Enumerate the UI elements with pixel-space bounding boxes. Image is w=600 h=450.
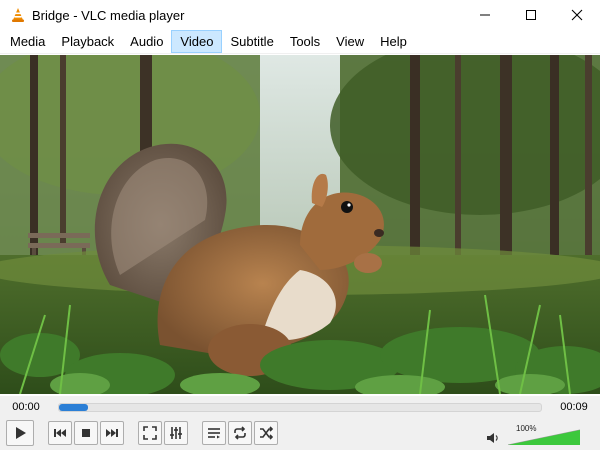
loop-icon (234, 426, 246, 440)
window-controls (462, 0, 600, 30)
next-icon (106, 429, 118, 437)
loop-button[interactable] (228, 421, 252, 445)
play-button[interactable] (6, 420, 34, 446)
speaker-icon[interactable] (486, 432, 500, 444)
volume-slider[interactable] (508, 427, 580, 445)
close-icon (571, 9, 583, 21)
menu-view[interactable]: View (328, 30, 372, 53)
menu-audio[interactable]: Audio (122, 30, 171, 53)
elapsed-time: 00:00 (12, 401, 40, 413)
seek-progress-fill (59, 403, 88, 411)
playlist-icon (208, 428, 220, 439)
seek-slider[interactable] (58, 402, 542, 412)
video-frame-image (0, 55, 600, 394)
menu-help[interactable]: Help (372, 30, 415, 53)
menu-subtitle[interactable]: Subtitle (222, 30, 281, 53)
previous-button[interactable] (48, 421, 72, 445)
control-bar: 100% (0, 418, 600, 450)
equalizer-icon (170, 427, 182, 439)
fullscreen-button[interactable] (138, 421, 162, 445)
extended-settings-button[interactable] (164, 421, 188, 445)
maximize-button[interactable] (508, 0, 554, 30)
next-button[interactable] (100, 421, 124, 445)
stop-icon (82, 429, 90, 437)
menu-media[interactable]: Media (2, 30, 53, 53)
fullscreen-icon (143, 426, 157, 440)
shuffle-icon (260, 426, 273, 440)
shuffle-button[interactable] (254, 421, 278, 445)
vlc-cone-icon (12, 8, 24, 22)
menu-video[interactable]: Video (171, 30, 223, 53)
window-title: Bridge - VLC media player (32, 7, 185, 23)
close-button[interactable] (554, 0, 600, 30)
seek-row: 00:00 00:09 (0, 396, 600, 418)
stop-button[interactable] (74, 421, 98, 445)
video-surface[interactable] (0, 55, 600, 394)
title-bar: Bridge - VLC media player (0, 0, 600, 30)
minimize-button[interactable] (462, 0, 508, 30)
previous-icon (54, 429, 66, 437)
playlist-button[interactable] (202, 421, 226, 445)
menu-bar: Media Playback Audio Video Subtitle Tool… (0, 30, 600, 54)
maximize-icon (526, 10, 536, 20)
remaining-time: 00:09 (560, 401, 588, 413)
minimize-icon (480, 14, 490, 16)
menu-playback[interactable]: Playback (53, 30, 122, 53)
play-icon (16, 427, 26, 439)
menu-tools[interactable]: Tools (282, 30, 328, 53)
